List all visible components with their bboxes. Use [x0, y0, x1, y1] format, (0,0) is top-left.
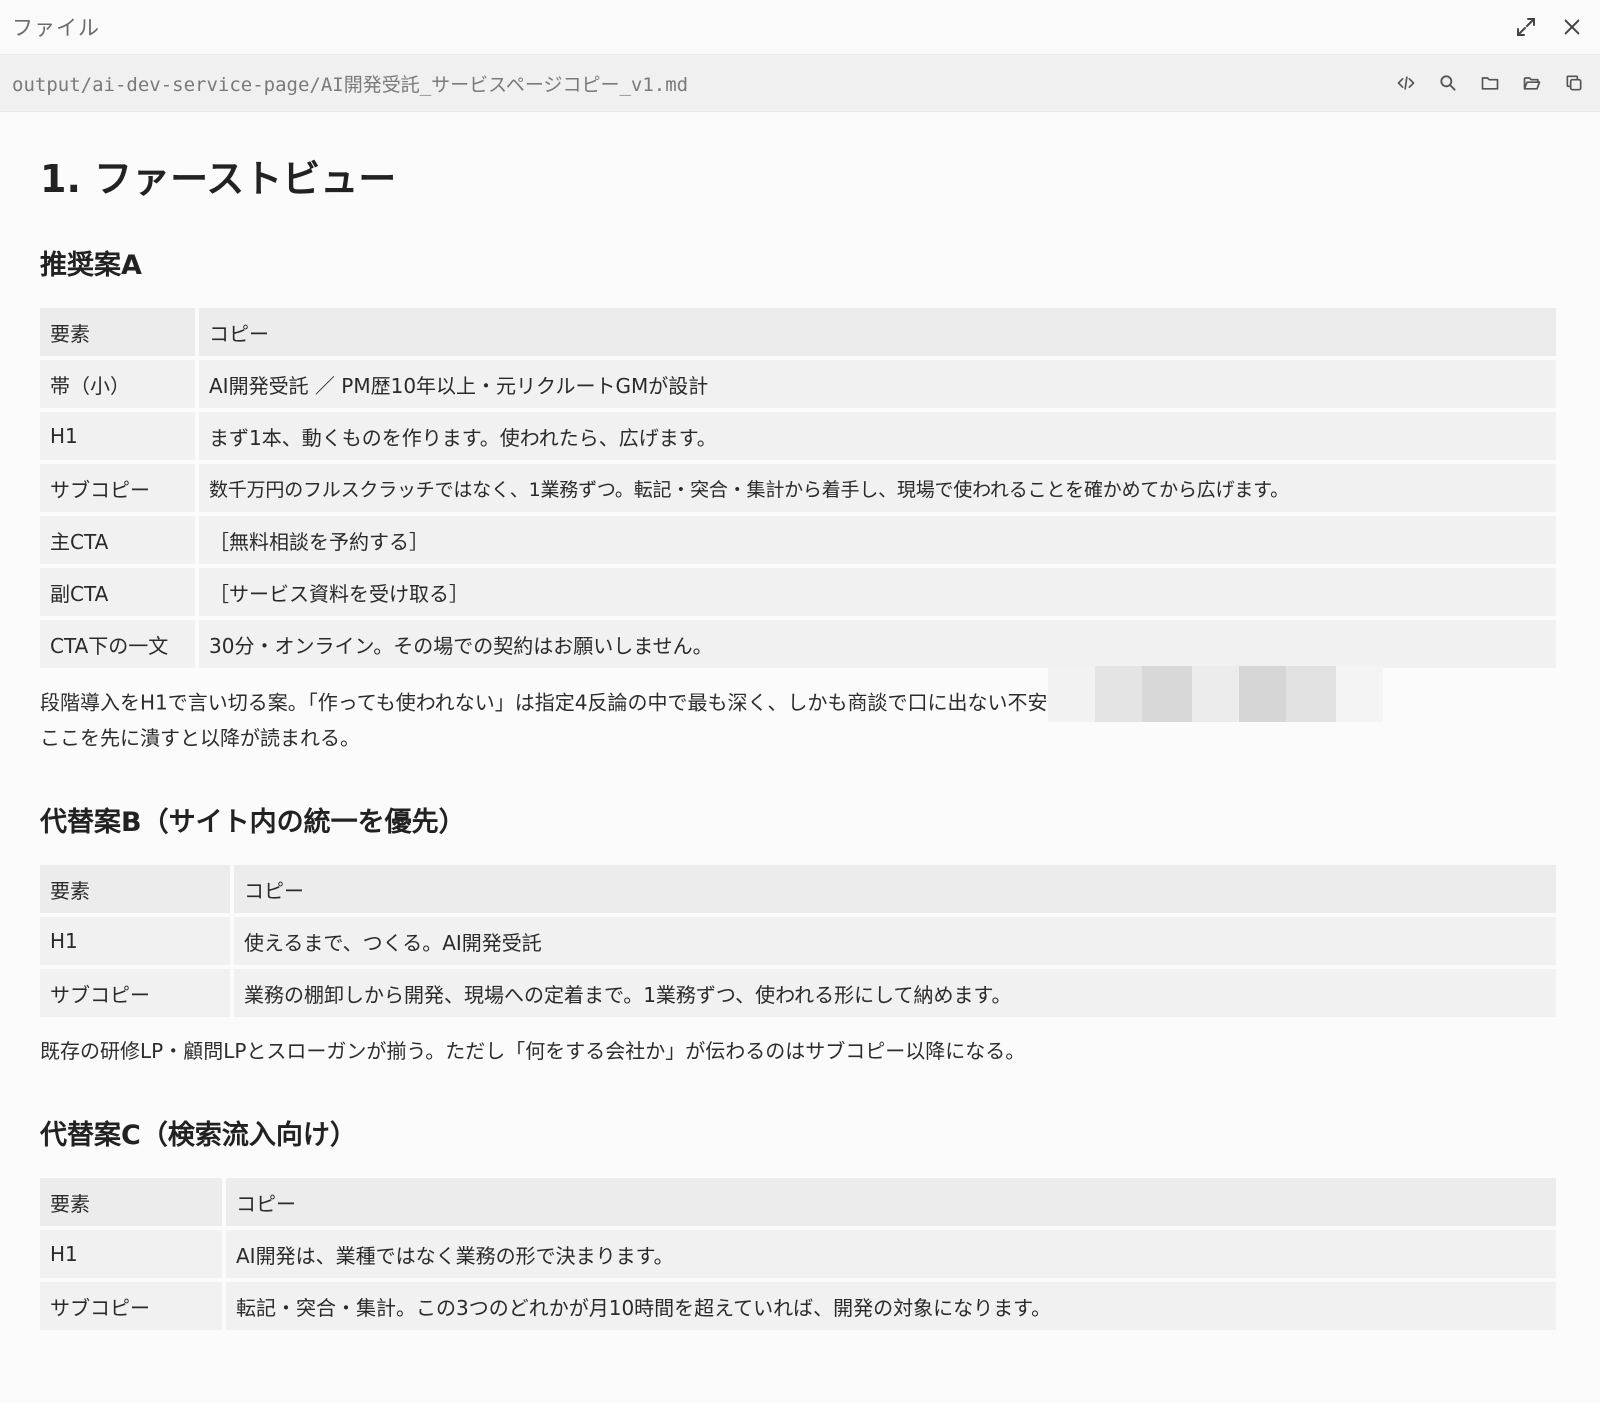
table-row: H1 まず1本、動くものを作ります。使われたら、広げます。 [40, 412, 1556, 460]
row-label: 主CTA [40, 516, 195, 564]
row-label: H1 [40, 412, 195, 460]
row-label: サブコピー [40, 464, 195, 512]
table-row: サブコピー 業務の棚卸しから開発、現場への定着まで。1業務ずつ、使われる形にして… [40, 969, 1556, 1017]
path-bar: output/ai-dev-service-page/AI開発受託_サービスペー… [0, 54, 1600, 112]
search-icon[interactable] [1434, 69, 1462, 97]
window-title: ファイル [12, 16, 100, 40]
table-row: サブコピー 数千万円のフルスクラッチではなく、1業務ずつ。転記・突合・集計から着… [40, 464, 1556, 512]
row-label: H1 [40, 1230, 222, 1278]
header-cell: コピー [234, 865, 1556, 913]
window-titlebar: ファイル [0, 0, 1600, 54]
redacted-text-block [1047, 666, 1383, 722]
table-row: H1 AI開発は、業種ではなく業務の形で決まります。 [40, 1230, 1556, 1278]
table-header-row: 要素 コピー [40, 865, 1556, 913]
table-row: CTA下の一文 30分・オンライン。その場での契約はお願いしません。 [40, 620, 1556, 668]
row-value: AI開発は、業種ではなく業務の形で決まります。 [226, 1230, 1556, 1278]
table-row: 帯（小） AI開発受託 ／ PM歴10年以上・元リクルートGMが設計 [40, 360, 1556, 408]
section-a-note: 段階導入をH1で言い切る案。「作っても使われない」は指定4反論の中で最も深く、し… [40, 666, 1556, 754]
row-value: 転記・突合・集計。この3つのどれかが月10時間を超えていれば、開発の対象になりま… [226, 1282, 1556, 1330]
row-value: ［無料相談を予約する］ [199, 516, 1556, 564]
section-a-heading: 推奨案A [40, 250, 142, 281]
row-label: 帯（小） [40, 360, 195, 408]
section-b-table: 要素 コピー H1 使えるまで、つくる。AI開発受託 サブコピー 業務の棚卸しか… [36, 861, 1560, 1021]
path-toolbar [1392, 69, 1588, 97]
row-label: 副CTA [40, 568, 195, 616]
table-row: サブコピー 転記・突合・集計。この3つのどれかが月10時間を超えていれば、開発の… [40, 1282, 1556, 1330]
note-line-2: ここを先に潰すと以降が読まれる。 [40, 726, 360, 750]
row-value: 業務の棚卸しから開発、現場への定着まで。1業務ずつ、使われる形にして納めます。 [234, 969, 1556, 1017]
table-header-row: 要素 コピー [40, 1178, 1556, 1226]
copy-icon[interactable] [1560, 69, 1588, 97]
section-b-note: 既存の研修LP・顧問LPとスローガンが揃う。ただし「何をする会社か」が伝わるのは… [40, 1039, 1026, 1063]
row-value: 数千万円のフルスクラッチではなく、1業務ずつ。転記・突合・集計から着手し、現場で… [199, 464, 1556, 512]
code-view-icon[interactable] [1392, 69, 1420, 97]
section-c-heading: 代替案C（検索流入向け） [40, 1120, 357, 1151]
row-label: H1 [40, 917, 230, 965]
note-line-1: 段階導入をH1で言い切る案。「作っても使われない」は指定4反論の中で最も深く、し… [40, 690, 1048, 715]
file-path: output/ai-dev-service-page/AI開発受託_サービスペー… [12, 73, 689, 96]
row-value: 30分・オンライン。その場での契約はお願いしません。 [199, 620, 1556, 668]
header-cell: コピー [199, 308, 1556, 356]
section-title: 1. ファーストビュー [40, 157, 397, 201]
table-row: H1 使えるまで、つくる。AI開発受託 [40, 917, 1556, 965]
folder-open-icon[interactable] [1518, 69, 1546, 97]
table-row: 主CTA ［無料相談を予約する］ [40, 516, 1556, 564]
row-value: ［サービス資料を受け取る］ [199, 568, 1556, 616]
row-label: CTA下の一文 [40, 620, 195, 668]
table-header-row: 要素 コピー [40, 308, 1556, 356]
section-b-heading: 代替案B（サイト内の統一を優先） [40, 807, 466, 838]
header-cell: 要素 [40, 865, 230, 913]
table-row: 副CTA ［サービス資料を受け取る］ [40, 568, 1556, 616]
row-value: まず1本、動くものを作ります。使われたら、広げます。 [199, 412, 1556, 460]
expand-icon[interactable] [1512, 13, 1540, 41]
section-a-table: 要素 コピー 帯（小） AI開発受託 ／ PM歴10年以上・元リクルートGMが設… [36, 304, 1560, 672]
section-c-table: 要素 コピー H1 AI開発は、業種ではなく業務の形で決まります。 サブコピー … [36, 1174, 1560, 1334]
row-label: サブコピー [40, 969, 230, 1017]
row-value: 使えるまで、つくる。AI開発受託 [234, 917, 1556, 965]
window-controls [1512, 13, 1586, 41]
folder-icon[interactable] [1476, 69, 1504, 97]
close-icon[interactable] [1558, 13, 1586, 41]
row-value: AI開発受託 ／ PM歴10年以上・元リクルートGMが設計 [199, 360, 1556, 408]
markdown-preview: 1. ファーストビュー 推奨案A 要素 コピー 帯（小） AI開発受託 ／ PM… [0, 112, 1600, 1334]
header-cell: 要素 [40, 1178, 222, 1226]
header-cell: コピー [226, 1178, 1556, 1226]
header-cell: 要素 [40, 308, 195, 356]
row-label: サブコピー [40, 1282, 222, 1330]
